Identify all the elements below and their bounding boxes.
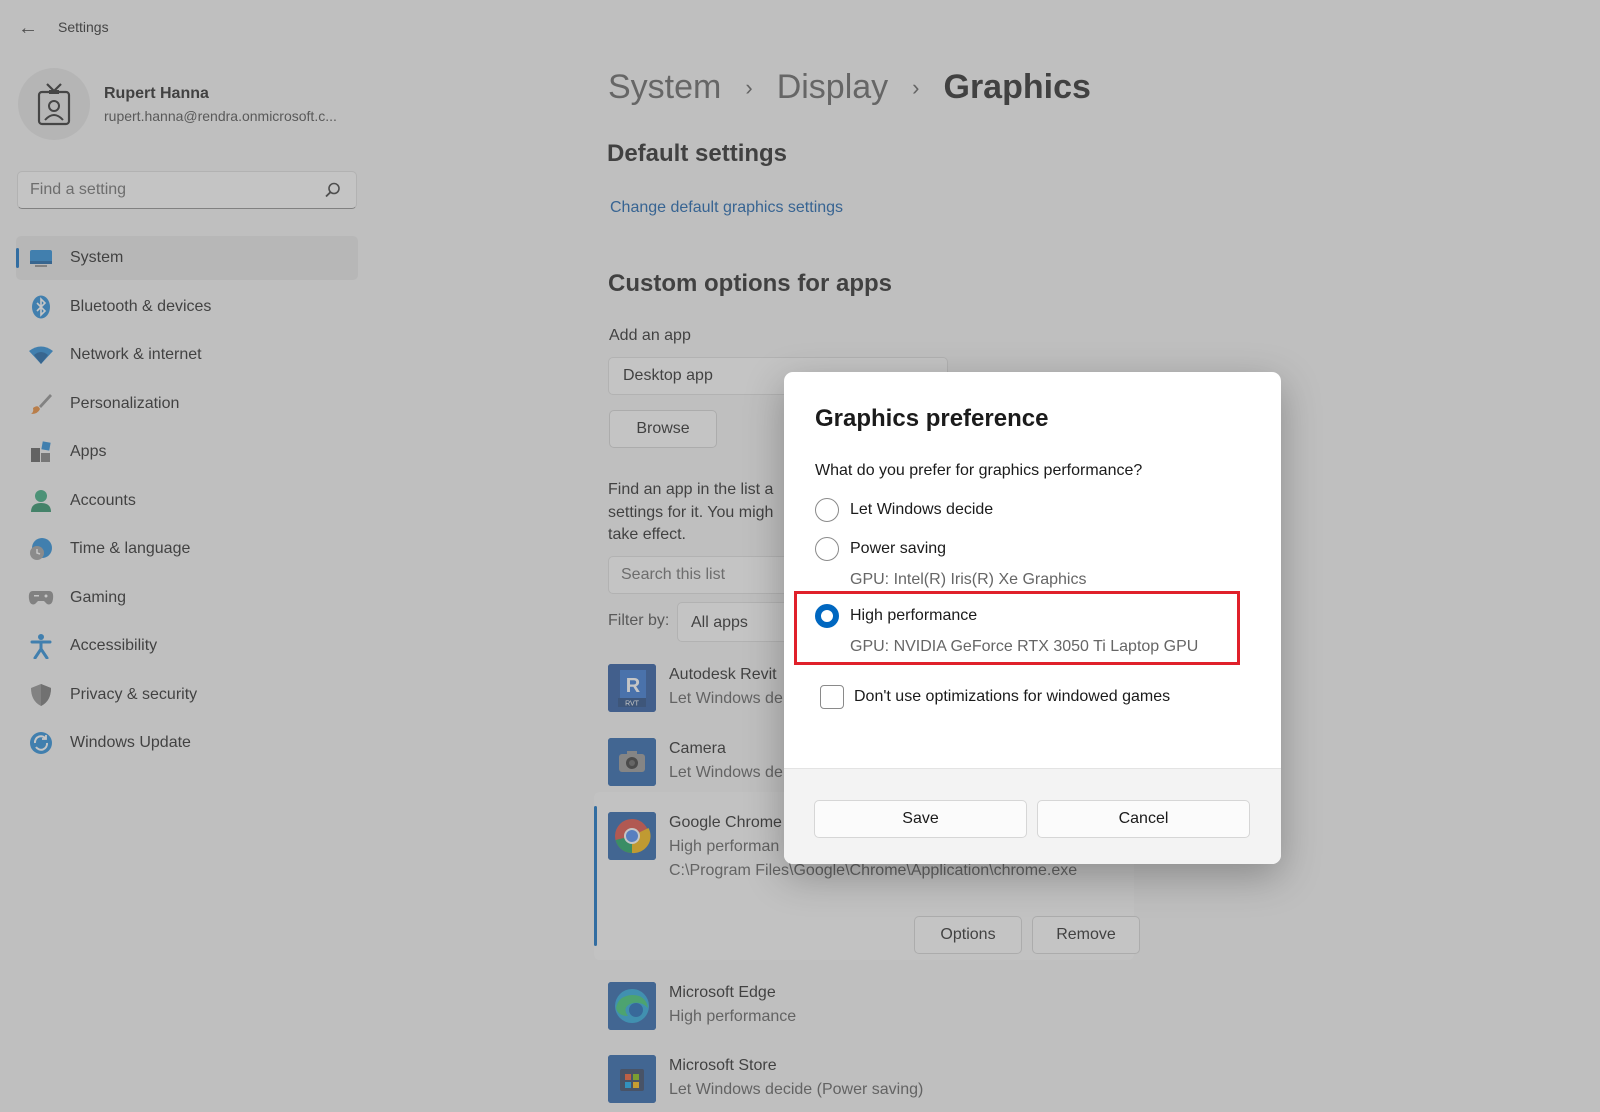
option-label: Let Windows decide: [850, 501, 994, 518]
option-gpu-info: GPU: NVIDIA GeForce RTX 3050 Ti Laptop G…: [850, 638, 1199, 655]
option-label: Power saving: [850, 540, 947, 557]
windowed-games-checkbox[interactable]: [820, 685, 844, 709]
checkbox-label: Don't use optimizations for windowed gam…: [854, 688, 1171, 705]
radio-high-performance[interactable]: [815, 604, 839, 628]
save-button[interactable]: Save: [814, 800, 1027, 838]
radio-power-saving[interactable]: [815, 537, 839, 561]
option-gpu-info: GPU: Intel(R) Iris(R) Xe Graphics: [850, 571, 1087, 588]
option-label: High performance: [850, 607, 978, 624]
graphics-preference-dialog: Graphics preference What do you prefer f…: [784, 372, 1281, 864]
cancel-button[interactable]: Cancel: [1037, 800, 1250, 838]
dialog-footer: Save Cancel: [784, 768, 1281, 864]
radio-let-windows-decide[interactable]: [815, 498, 839, 522]
dialog-title: Graphics preference: [815, 405, 1049, 432]
dialog-question: What do you prefer for graphics performa…: [815, 462, 1143, 479]
